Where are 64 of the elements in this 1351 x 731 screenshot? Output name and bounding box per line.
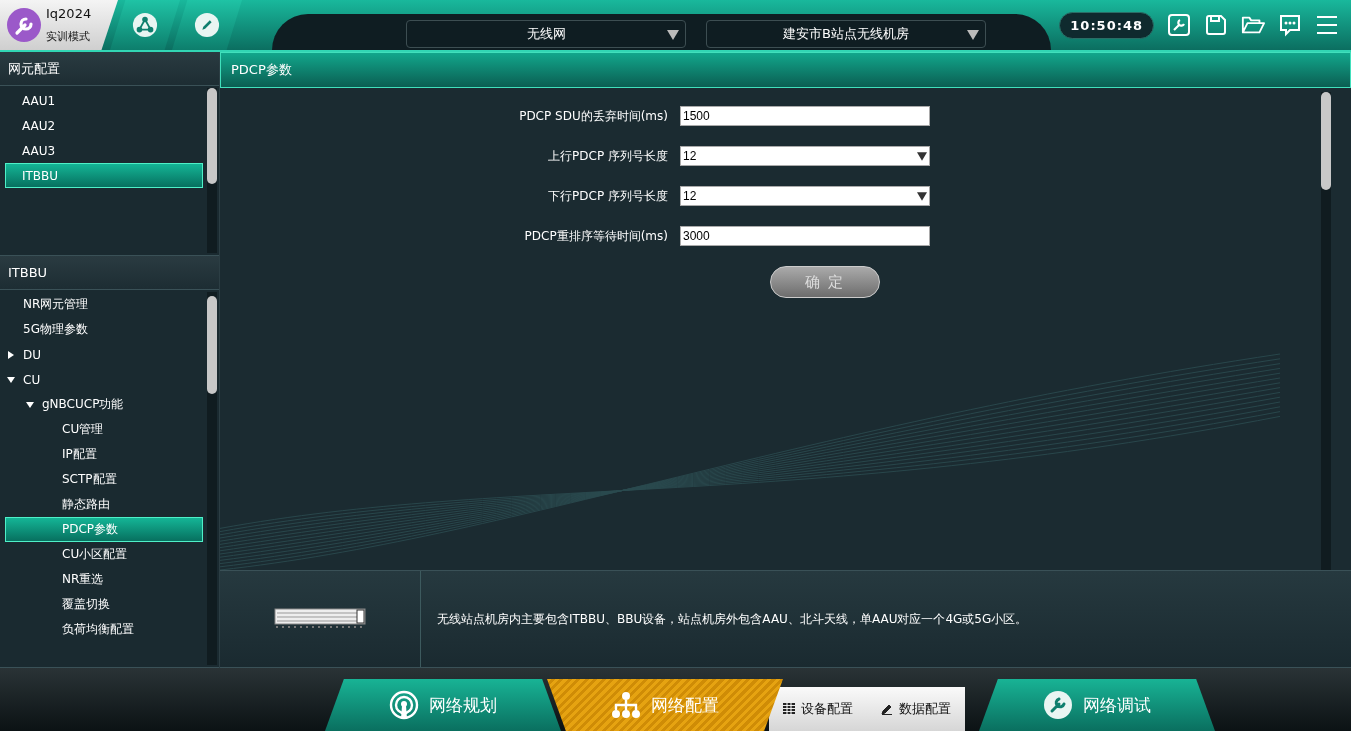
scrollbar[interactable] — [207, 292, 217, 665]
edit-tab[interactable] — [172, 0, 242, 50]
tree-item[interactable]: 静态路由 — [5, 492, 203, 517]
scroll-thumb[interactable] — [1321, 92, 1331, 190]
wrench-icon[interactable] — [1167, 13, 1191, 37]
brand-tab[interactable]: Iq2024 实训模式 — [0, 0, 118, 50]
scroll-thumb[interactable] — [207, 88, 217, 184]
caret-icon — [967, 30, 979, 40]
panel-title: ITBBU — [8, 265, 48, 280]
menu-icon[interactable] — [1315, 13, 1339, 37]
panel-title: 网元配置 — [8, 59, 60, 78]
wrench-icon — [6, 7, 42, 43]
select-field[interactable]: 12 — [680, 186, 930, 206]
pencil-icon — [881, 703, 893, 715]
caret-icon — [917, 191, 927, 201]
list-item[interactable]: AAU2 — [5, 113, 203, 138]
field-label: 上行PDCP 序列号长度 — [547, 147, 668, 165]
wrench-icon — [1043, 690, 1073, 720]
tree-item[interactable]: CU管理 — [5, 417, 203, 442]
nav-tab[interactable]: 网络调试 — [979, 679, 1215, 731]
tree-item[interactable]: DU — [5, 342, 203, 367]
mode-label: 实训模式 — [46, 29, 91, 44]
pencil-icon — [194, 12, 220, 38]
device-rack-icon — [274, 608, 366, 630]
scrollbar[interactable] — [207, 88, 217, 253]
caret-icon — [917, 151, 927, 161]
list-item[interactable]: AAU3 — [5, 138, 203, 163]
tree-item[interactable]: SCTP配置 — [5, 467, 203, 492]
topology-tab[interactable] — [110, 0, 180, 50]
tree-item[interactable]: NR网元管理 — [5, 292, 203, 317]
hierarchy-icon — [611, 690, 641, 720]
tree-item[interactable]: IP配置 — [5, 442, 203, 467]
field-label: PDCP重排序等待时间(ms) — [523, 227, 668, 245]
nav-tab[interactable]: 网络规划 — [325, 679, 561, 731]
input-field[interactable]: 3000 — [680, 226, 930, 246]
tree-item[interactable]: gNBCUCP功能 — [5, 392, 203, 417]
network-icon — [132, 12, 158, 38]
sub-tab[interactable]: 数据配置 — [867, 687, 965, 731]
chat-icon[interactable] — [1278, 13, 1302, 37]
list-item[interactable]: AAU1 — [5, 88, 203, 113]
app-title: Iq2024 — [46, 6, 92, 21]
info-text: 无线站点机房内主要包含ITBBU、BBU设备，站点机房外包含AAU、北斗天线，单AAU对应一个4G或5G小区。 — [437, 610, 1028, 628]
network-dropdown[interactable]: 无线网 — [406, 20, 686, 48]
antenna-icon — [389, 690, 419, 720]
grid-icon — [783, 703, 795, 715]
tree-item[interactable]: 5G物理参数 — [5, 317, 203, 342]
field-label: PDCP SDU的丢弃时间(ms) — [518, 107, 668, 125]
tree-item[interactable]: PDCP参数 — [5, 517, 203, 542]
list-item[interactable]: ITBBU — [5, 163, 203, 188]
select-field[interactable]: 12 — [680, 146, 930, 166]
scroll-thumb[interactable] — [207, 296, 217, 394]
tree-item[interactable]: 覆盖切换 — [5, 592, 203, 617]
tree-item[interactable]: 负荷均衡配置 — [5, 617, 203, 642]
tree-item[interactable]: CU — [5, 367, 203, 392]
scrollbar[interactable] — [1321, 92, 1331, 570]
room-dropdown[interactable]: 建安市B站点无线机房 — [706, 20, 986, 48]
input-field[interactable]: 1500 — [680, 106, 930, 126]
save-icon[interactable] — [1204, 13, 1228, 37]
tree-item[interactable]: NR重选 — [5, 567, 203, 592]
content-title: PDCP参数 — [231, 61, 292, 79]
tree-item[interactable]: CU小区配置 — [5, 542, 203, 567]
clock: 10:50:48 — [1059, 11, 1154, 39]
caret-icon — [667, 30, 679, 40]
field-label: 下行PDCP 序列号长度 — [547, 187, 668, 205]
